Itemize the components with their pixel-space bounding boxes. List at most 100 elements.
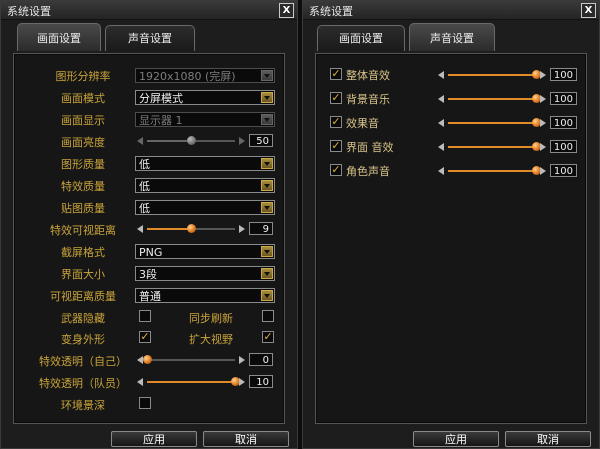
tab-sound[interactable]: 声音设置 (105, 25, 195, 51)
apply-button[interactable]: 应用 (413, 431, 499, 447)
slider-knob[interactable] (187, 224, 196, 233)
resolution-dropdown[interactable]: 1920x1080 (完屏) (135, 68, 275, 83)
slider-fill (147, 381, 235, 383)
arrow-right-icon[interactable] (540, 143, 546, 151)
cancel-button[interactable]: 取消 (505, 431, 591, 447)
screen-mode-value: 分屏模式 (139, 92, 183, 105)
sound-item-value[interactable]: 100 (550, 92, 577, 105)
arrow-right-icon[interactable] (239, 137, 245, 145)
view-distance-quality-label: 可视距离质量 (50, 290, 116, 303)
display-value: 显示器 1 (139, 114, 183, 127)
tab-sound[interactable]: 声音设置 (409, 23, 495, 51)
sound-item-label: 背景音乐 (346, 93, 390, 106)
chevron-down-icon (261, 268, 273, 279)
arrow-right-icon[interactable] (540, 71, 546, 79)
sound-item-value[interactable]: 100 (550, 140, 577, 153)
slider-fill (147, 140, 191, 142)
dialog-title: 系统设置 (7, 5, 51, 18)
sound-item-checkbox[interactable]: ✓ (330, 92, 342, 104)
sound-panel (315, 53, 587, 424)
close-icon[interactable]: X (279, 3, 294, 18)
arrow-right-icon[interactable] (540, 95, 546, 103)
sound-item-checkbox[interactable]: ✓ (330, 68, 342, 80)
arrow-left-icon[interactable] (438, 71, 444, 79)
chevron-down-icon (261, 158, 273, 169)
chevron-down-icon (261, 180, 273, 191)
sound-item-value[interactable]: 100 (550, 164, 577, 177)
hide-weapon-checkbox[interactable] (139, 310, 151, 322)
chevron-down-icon (261, 92, 273, 103)
graphics-settings-dialog: 系统设置 X 画面设置 声音设置 图形分辨率 1920x1080 (完屏) 画面… (0, 0, 298, 449)
fx-distance-value[interactable]: 9 (249, 222, 273, 235)
title-bar[interactable]: 系统设置 X (1, 1, 297, 20)
slider-track (448, 142, 541, 151)
fx-alpha-self-label: 特效透明（自己） (39, 355, 127, 368)
arrow-left-icon[interactable] (438, 119, 444, 127)
sound-item-slider[interactable] (438, 68, 546, 82)
sound-item-label: 角色声音 (346, 165, 390, 178)
slider-track (143, 355, 235, 364)
ui-size-label: 界面大小 (61, 268, 105, 281)
brightness-value[interactable]: 50 (249, 134, 273, 147)
chevron-down-icon (261, 70, 273, 81)
display-dropdown[interactable]: 显示器 1 (135, 112, 275, 127)
title-bar[interactable]: 系统设置 X (303, 1, 599, 20)
sound-item-value[interactable]: 100 (550, 116, 577, 129)
env-depth-label: 环境景深 (61, 399, 105, 412)
sound-item-value[interactable]: 100 (550, 68, 577, 81)
ui-size-dropdown[interactable]: 3段 (135, 266, 275, 281)
arrow-left-icon[interactable] (438, 167, 444, 175)
arrow-left-icon[interactable] (438, 143, 444, 151)
wide-view-checkbox[interactable]: ✓ (262, 331, 274, 343)
gfx-quality-dropdown[interactable]: 低 (135, 156, 275, 171)
env-depth-checkbox[interactable] (139, 397, 151, 409)
sound-item-slider[interactable] (438, 92, 546, 106)
sound-item-checkbox[interactable]: ✓ (330, 116, 342, 128)
fx-alpha-party-slider[interactable] (137, 375, 245, 389)
apply-button[interactable]: 应用 (111, 431, 197, 447)
sound-item-slider[interactable] (438, 116, 546, 130)
slider-knob[interactable] (143, 355, 152, 364)
texture-quality-dropdown[interactable]: 低 (135, 200, 275, 215)
fx-distance-slider[interactable] (137, 222, 245, 236)
sound-item-checkbox[interactable]: ✓ (330, 164, 342, 176)
sound-item-slider[interactable] (438, 140, 546, 154)
wide-view-label: 扩大视野 (189, 333, 233, 346)
arrow-right-icon[interactable] (540, 167, 546, 175)
close-icon[interactable]: X (581, 3, 596, 18)
tab-graphics[interactable]: 画面设置 (17, 23, 101, 51)
chevron-down-icon (261, 114, 273, 125)
arrow-right-icon[interactable] (540, 119, 546, 127)
arrow-right-icon[interactable] (239, 356, 245, 364)
cancel-button[interactable]: 取消 (203, 431, 289, 447)
sync-refresh-checkbox[interactable] (262, 310, 274, 322)
view-distance-quality-dropdown[interactable]: 普通 (135, 288, 275, 303)
screen-mode-dropdown[interactable]: 分屏模式 (135, 90, 275, 105)
fx-alpha-self-value[interactable]: 0 (249, 353, 273, 366)
sound-item-slider[interactable] (438, 164, 546, 178)
dialog-title: 系统设置 (309, 5, 353, 18)
arrow-left-icon[interactable] (137, 225, 143, 233)
slider-track (448, 70, 541, 79)
arrow-right-icon[interactable] (239, 225, 245, 233)
brightness-slider[interactable] (137, 134, 245, 148)
resolution-value: 1920x1080 (完屏) (139, 70, 236, 83)
fx-alpha-self-slider[interactable] (137, 353, 245, 367)
tab-graphics[interactable]: 画面设置 (317, 25, 405, 51)
screenshot-format-dropdown[interactable]: PNG (135, 244, 275, 259)
arrow-left-icon[interactable] (438, 95, 444, 103)
slider-track (448, 118, 541, 127)
arrow-right-icon[interactable] (239, 378, 245, 386)
transform-look-checkbox[interactable]: ✓ (139, 331, 151, 343)
hide-weapon-label: 武器隐藏 (61, 312, 105, 325)
ui-size-value: 3段 (139, 268, 157, 281)
sound-item-label: 整体音效 (346, 69, 390, 82)
sound-item-checkbox[interactable]: ✓ (330, 140, 342, 152)
arrow-left-icon[interactable] (137, 137, 143, 145)
slider-knob[interactable] (187, 136, 196, 145)
fx-quality-value: 低 (139, 180, 150, 193)
fx-distance-label: 特效可视距离 (50, 224, 116, 237)
fx-quality-dropdown[interactable]: 低 (135, 178, 275, 193)
arrow-left-icon[interactable] (137, 378, 143, 386)
fx-alpha-party-value[interactable]: 10 (249, 375, 273, 388)
